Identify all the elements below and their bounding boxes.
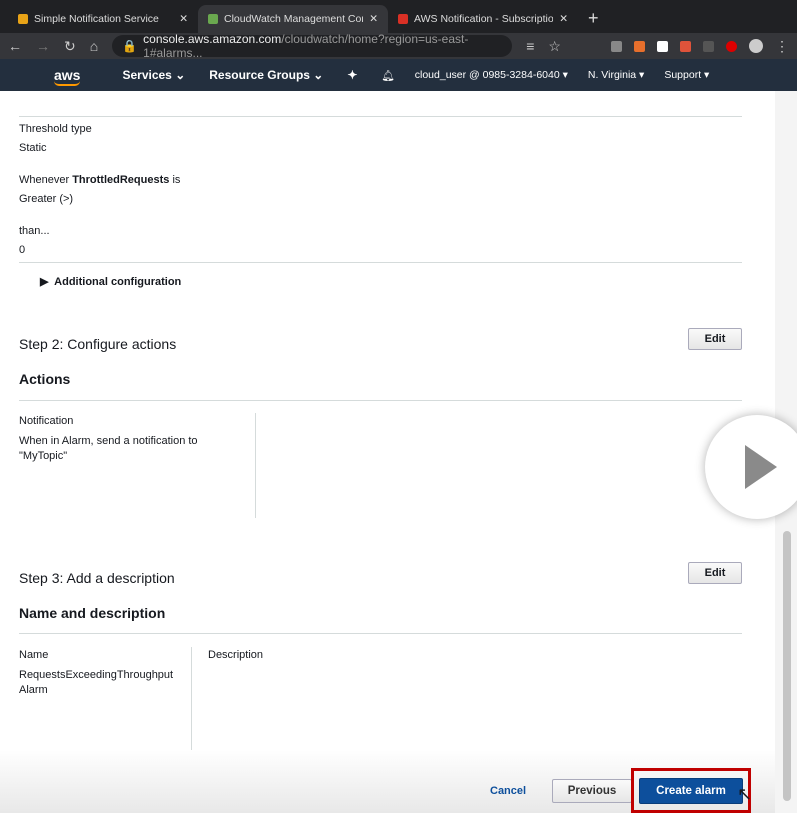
- extension-icon[interactable]: [657, 40, 668, 52]
- divider: [19, 262, 742, 263]
- reader-icon[interactable]: ≡: [526, 38, 534, 54]
- tab-cloudwatch[interactable]: CloudWatch Management Con ✕: [198, 5, 388, 33]
- divider: [255, 413, 256, 518]
- step3-title: Step 3: Add a description: [19, 570, 175, 586]
- reload-icon[interactable]: ↻: [64, 38, 76, 55]
- name-description-heading: Name and description: [19, 605, 166, 621]
- threshold-type-label: Threshold type: [19, 123, 92, 135]
- close-tab-icon[interactable]: ✕: [369, 13, 378, 25]
- additional-configuration-toggle[interactable]: ▶ Additional configuration: [40, 275, 181, 288]
- previous-button[interactable]: Previous: [552, 779, 632, 803]
- than-value: 0: [19, 244, 26, 256]
- sns-favicon-icon: [18, 14, 28, 24]
- home-icon[interactable]: ⌂: [90, 38, 98, 54]
- divider: [191, 647, 192, 752]
- name-label: Name: [19, 649, 49, 661]
- scrollbar-thumb[interactable]: [783, 531, 791, 801]
- close-tab-icon[interactable]: ✕: [179, 13, 188, 25]
- aws-logo[interactable]: aws: [54, 67, 81, 86]
- description-label: Description: [208, 649, 264, 661]
- tab-sns[interactable]: Simple Notification Service ✕: [8, 5, 198, 33]
- back-icon[interactable]: ←: [8, 38, 22, 54]
- wizard-footer: Cancel Previous Create alarm ↖: [0, 750, 775, 813]
- extensions: ⋮: [611, 38, 789, 55]
- support-menu[interactable]: Support ▾: [664, 69, 709, 81]
- menu-icon[interactable]: ⋮: [775, 38, 789, 55]
- tab-gmail[interactable]: AWS Notification - Subscriptio ✕: [388, 5, 578, 33]
- close-tab-icon[interactable]: ✕: [559, 13, 568, 25]
- resource-groups-menu[interactable]: Resource Groups ⌄: [209, 68, 323, 82]
- aws-nav: aws Services ⌄ Resource Groups ⌄ ✦ 🔔︎ cl…: [0, 59, 797, 91]
- url-input[interactable]: 🔒 console.aws.amazon.com/cloudwatch/home?…: [112, 32, 513, 60]
- notification-label: Notification: [19, 415, 74, 427]
- operator-value: Greater (>): [19, 193, 74, 205]
- new-tab-button[interactable]: +: [578, 8, 609, 33]
- edit-step2-button[interactable]: Edit: [688, 328, 742, 350]
- drive-icon[interactable]: [611, 40, 622, 52]
- divider: [19, 633, 742, 634]
- extension-icon[interactable]: [680, 40, 691, 52]
- than-label: than...: [19, 225, 50, 237]
- cursor-icon: ↖: [737, 784, 753, 804]
- step2-title: Step 2: Configure actions: [19, 336, 177, 352]
- cloudwatch-favicon-icon: [208, 14, 218, 24]
- edit-step3-button[interactable]: Edit: [688, 562, 742, 584]
- profile-avatar[interactable]: [749, 39, 763, 53]
- lock-icon: 🔒: [122, 39, 138, 53]
- gmail-favicon-icon: [398, 14, 408, 24]
- address-bar-row: ← → ↻ ⌂ 🔒 console.aws.amazon.com/cloudwatch/…: [0, 32, 797, 60]
- threshold-type-value: Static: [19, 142, 47, 154]
- browser-tab-bar: Simple Notification Service ✕ CloudWatch …: [0, 0, 797, 33]
- whenever-label: Whenever ThrottledRequests is: [19, 174, 181, 186]
- forward-icon[interactable]: →: [36, 38, 50, 54]
- video-play-icon[interactable]: [705, 415, 797, 519]
- extension-icon[interactable]: [634, 40, 645, 52]
- extension-icon[interactable]: [726, 40, 737, 52]
- account-menu[interactable]: cloud_user @ 0985-3284-6040 ▾: [415, 69, 568, 81]
- region-menu[interactable]: N. Virginia ▾: [588, 69, 644, 81]
- create-alarm-button[interactable]: Create alarm: [639, 778, 743, 804]
- divider: [19, 400, 742, 401]
- extension-icon[interactable]: [703, 40, 714, 52]
- divider: [19, 116, 742, 117]
- bell-icon[interactable]: 🔔︎: [381, 69, 394, 82]
- name-value: RequestsExceedingThroughput Alarm: [19, 669, 174, 696]
- pin-icon[interactable]: ✦: [347, 68, 357, 82]
- services-menu[interactable]: Services ⌄: [122, 68, 185, 82]
- notification-text: When in Alarm, send a notification to "M…: [19, 435, 198, 462]
- star-icon[interactable]: ☆: [548, 38, 561, 55]
- actions-heading: Actions: [19, 371, 71, 387]
- cancel-button[interactable]: Cancel: [490, 785, 526, 797]
